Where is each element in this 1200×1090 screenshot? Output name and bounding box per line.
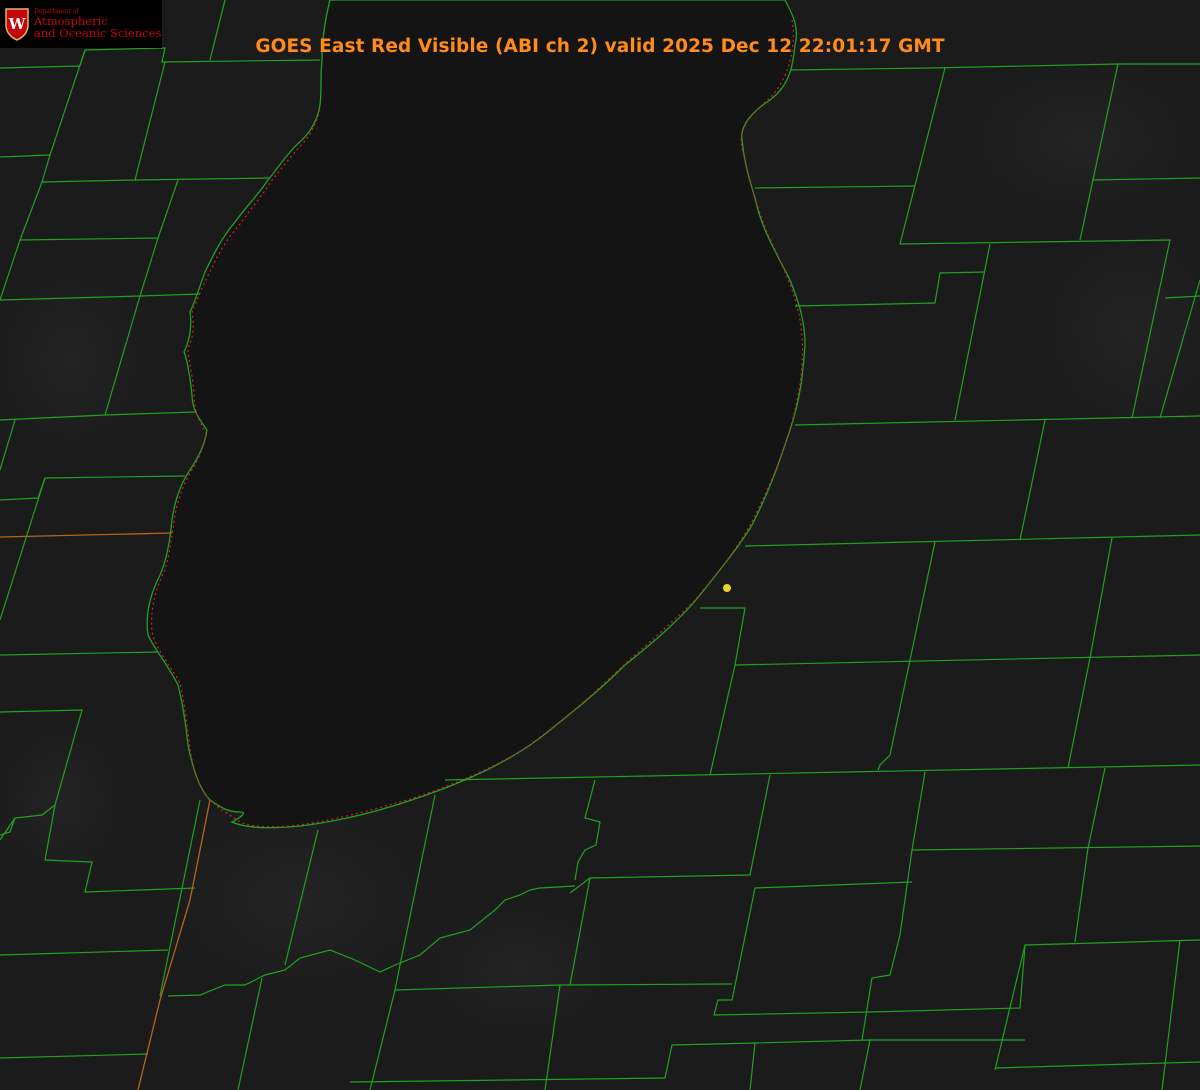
image-title: GOES East Red Visible (ABI ch 2) valid 2… — [255, 36, 945, 57]
crest-letter: W — [8, 15, 27, 33]
station-marker-icon[interactable] — [723, 584, 731, 592]
satellite-map[interactable] — [0, 0, 1200, 1090]
